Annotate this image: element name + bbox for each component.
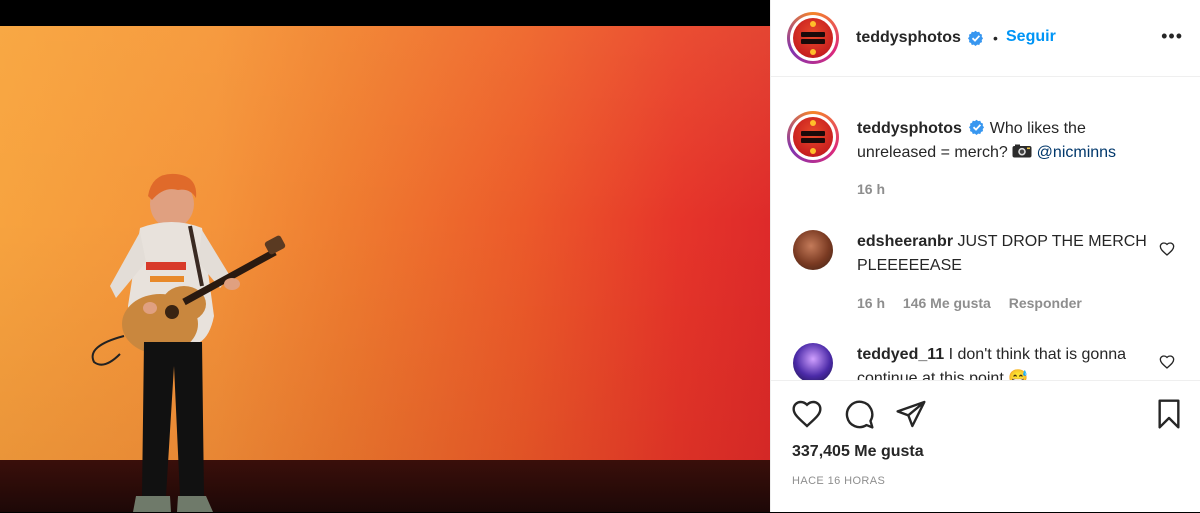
mention-link[interactable]: @nicminns: [1037, 144, 1116, 161]
comment-item: edsheeranbr JUST DROP THE MERCH PLEEEEEA…: [857, 230, 1147, 278]
post-caption: teddysphotos Who likes the unreleased = …: [857, 117, 1157, 165]
comment-likes-count[interactable]: 146 Me gusta: [903, 295, 991, 311]
comments-section[interactable]: teddysphotos Who likes the unreleased = …: [771, 77, 1200, 380]
caption-meta: 16 h: [857, 181, 899, 197]
follow-button[interactable]: Seguir: [1006, 28, 1056, 46]
post-media[interactable]: [0, 0, 770, 512]
profile-avatar[interactable]: [787, 12, 839, 64]
commenter-avatar[interactable]: [793, 343, 833, 380]
comment-like-heart-icon[interactable]: [1159, 241, 1175, 257]
post-sidebar: teddysphotos • Seguir ••• teddysphotos W…: [770, 0, 1200, 512]
post-photo[interactable]: [0, 26, 770, 512]
reply-button[interactable]: Responder: [1009, 295, 1082, 311]
comment-timestamp[interactable]: 16 h: [857, 295, 885, 311]
caption-username[interactable]: teddysphotos: [857, 120, 962, 137]
post-timestamp[interactable]: HACE 16 HORAS: [792, 475, 885, 487]
share-paper-plane-icon[interactable]: [895, 398, 927, 430]
commenter-avatar[interactable]: [793, 230, 833, 270]
separator-dot: •: [993, 30, 998, 46]
caption-avatar[interactable]: [787, 111, 839, 163]
comment-item: teddyed_11 I don't think that is gonna c…: [857, 343, 1147, 380]
performer-figure: [91, 173, 286, 512]
like-heart-icon[interactable]: [791, 398, 823, 430]
caption-timestamp[interactable]: 16 h: [857, 181, 885, 197]
avatar-image: [793, 117, 833, 157]
verified-badge-icon: [968, 30, 984, 46]
camera-emoji-icon: [1012, 144, 1032, 158]
comment-username[interactable]: teddyed_11: [857, 346, 944, 363]
save-bookmark-icon[interactable]: [1153, 398, 1185, 430]
post-actions: 337,405 Me gusta HACE 16 HORAS: [771, 380, 1200, 513]
verified-badge-icon: [969, 119, 985, 135]
comment-username[interactable]: edsheeranbr: [857, 233, 953, 250]
avatar-image: [793, 18, 833, 58]
likes-count[interactable]: 337,405 Me gusta: [792, 443, 924, 461]
comment-like-heart-icon[interactable]: [1159, 354, 1175, 370]
comment-bubble-icon[interactable]: [843, 398, 875, 430]
post-header: teddysphotos • Seguir •••: [771, 0, 1200, 77]
header-username[interactable]: teddysphotos: [856, 29, 961, 47]
comment-meta: 16 h 146 Me gusta Responder: [857, 295, 1096, 311]
more-options-icon[interactable]: •••: [1161, 26, 1183, 47]
